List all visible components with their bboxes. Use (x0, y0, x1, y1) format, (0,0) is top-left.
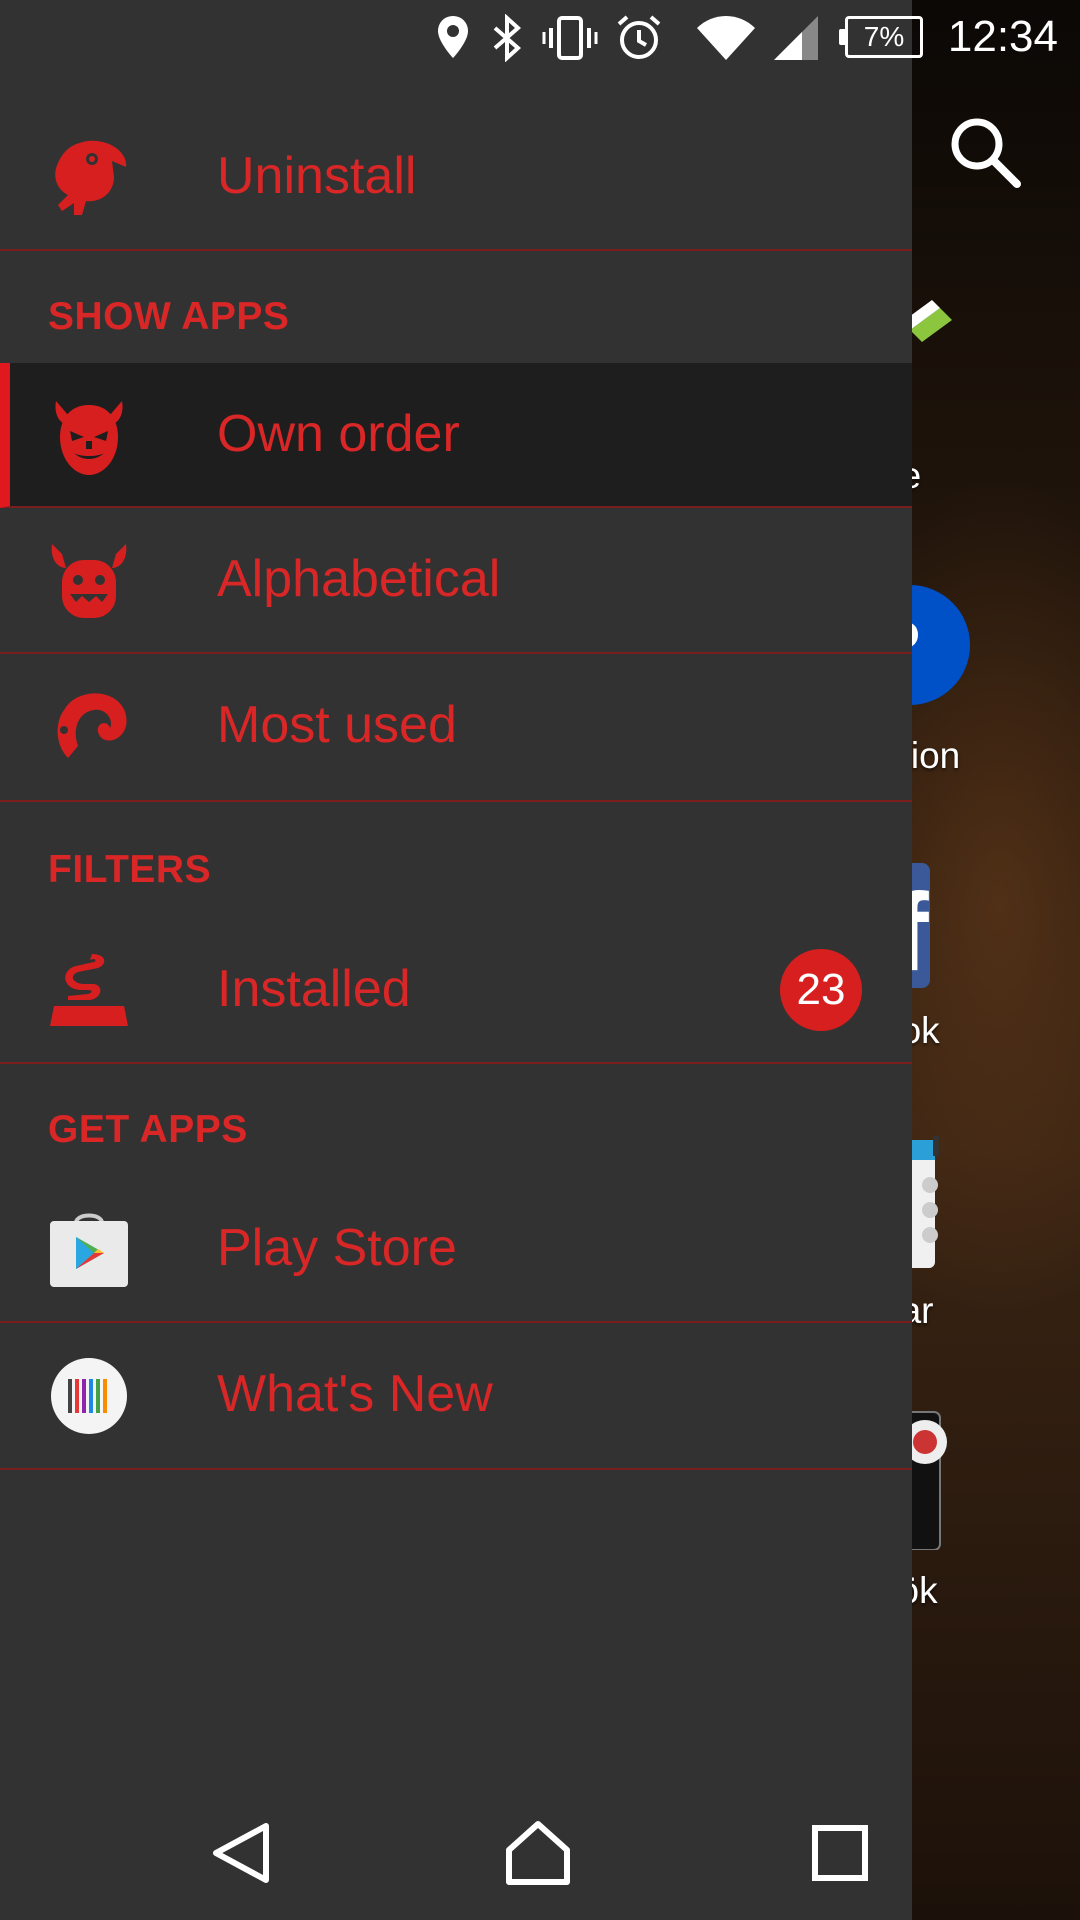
menu-item-most-used[interactable]: Most used (0, 654, 912, 802)
uninstall-item[interactable]: Uninstall (0, 105, 912, 251)
menu-item-whats-new[interactable]: What's New (0, 1323, 912, 1470)
play-store-label: Play Store (217, 1219, 457, 1277)
navigation-bar (0, 1790, 912, 1920)
bluetooth-icon (493, 14, 522, 62)
recents-icon[interactable] (805, 1818, 875, 1888)
section-header-get-apps: GET APPS (48, 1108, 248, 1151)
most-used-label: Most used (217, 696, 457, 754)
snake-icon (50, 954, 128, 1026)
menu-item-own-order[interactable]: Own order (0, 363, 912, 508)
wifi-icon (697, 16, 755, 60)
menu-item-play-store[interactable]: Play Store (0, 1177, 912, 1323)
whats-new-label: What's New (217, 1365, 493, 1423)
alphabetical-label: Alphabetical (217, 550, 501, 608)
devil-face-icon (55, 401, 123, 475)
uninstall-label: Uninstall (217, 147, 417, 205)
installed-label: Installed (217, 960, 411, 1018)
home-icon[interactable] (503, 1818, 573, 1888)
monster-icon (55, 140, 127, 215)
play-store-icon (50, 1213, 128, 1287)
section-header-show-apps: SHOW APPS (48, 295, 290, 338)
menu-item-alphabetical[interactable]: Alphabetical (0, 508, 912, 654)
search-icon[interactable] (945, 112, 1025, 192)
clock: 12:34 (947, 12, 1058, 61)
back-icon[interactable] (206, 1818, 276, 1888)
location-icon (438, 16, 468, 58)
status-bar: 7% 12:34 (0, 0, 1080, 76)
signal-icon (774, 16, 818, 60)
ram-horn-icon (57, 693, 127, 758)
vibrate-icon (542, 16, 598, 60)
navigation-drawer: Uninstall SHOW APPS Own order Alphabetic… (0, 0, 912, 1920)
battery-icon: 7% (839, 16, 923, 58)
own-order-label: Own order (217, 405, 460, 463)
whats-new-icon (51, 1358, 127, 1434)
menu-item-installed[interactable]: Installed 23 (0, 918, 912, 1064)
horned-monster-icon (51, 544, 127, 618)
section-header-filters: FILTERS (48, 848, 212, 891)
installed-count-badge: 23 (780, 949, 862, 1031)
alarm-icon (617, 15, 661, 59)
